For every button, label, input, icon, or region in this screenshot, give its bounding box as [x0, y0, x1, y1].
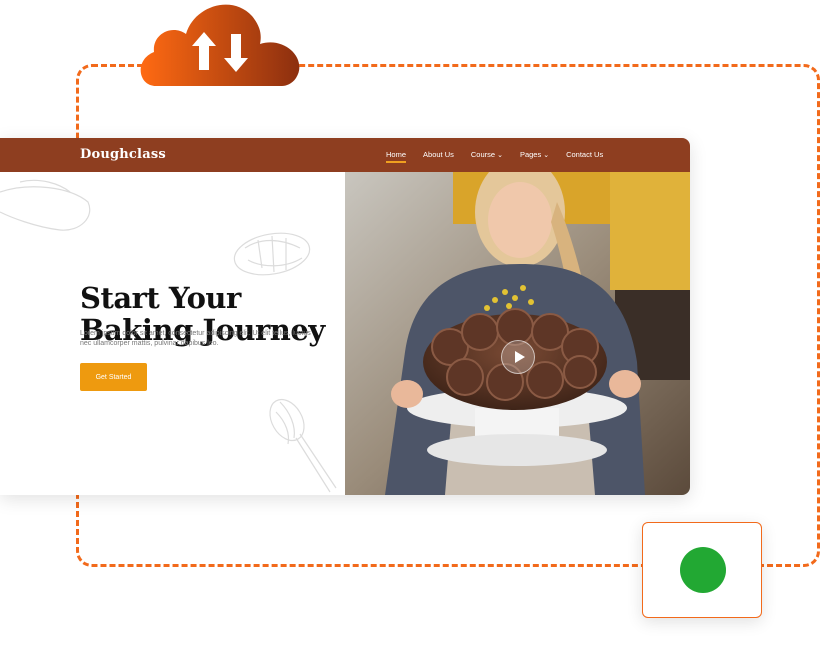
- hero-title-line1: Start Your: [80, 281, 241, 315]
- site-logo[interactable]: Doughclass: [80, 147, 166, 162]
- nav-course[interactable]: Course ⌄: [471, 150, 503, 163]
- nav-home[interactable]: Home: [386, 150, 407, 163]
- play-icon: [515, 351, 525, 363]
- nav-links: Home About Us Course ⌄ Pages ⌄ Contact Us: [386, 150, 620, 163]
- website-mockup: Doughclass Home About Us Course ⌄ Pages ⌄ …: [0, 138, 690, 495]
- status-card: [642, 522, 762, 618]
- chevron-down-icon: ⌄: [543, 152, 550, 159]
- chevron-down-icon: ⌄: [497, 152, 503, 159]
- nav-about[interactable]: About Us: [423, 150, 454, 163]
- nav-pages[interactable]: Pages ⌄: [520, 150, 549, 163]
- green-status-dot-icon: [680, 547, 726, 593]
- nav-pages-label: Pages: [519, 150, 542, 159]
- video-play-button[interactable]: [501, 340, 535, 374]
- nav-course-label: Course: [470, 150, 496, 159]
- nav-contact[interactable]: Contact Us: [566, 150, 603, 163]
- site-navbar: Doughclass Home About Us Course ⌄ Pages ⌄ …: [0, 138, 690, 172]
- hero-photo-baker-with-cake: [345, 172, 690, 495]
- get-started-button[interactable]: Get Started: [80, 363, 147, 391]
- hero-body-text: Lorem ipsum dolor sit amet, consectetur …: [80, 330, 311, 347]
- cloud-sync-icon: [140, 4, 300, 86]
